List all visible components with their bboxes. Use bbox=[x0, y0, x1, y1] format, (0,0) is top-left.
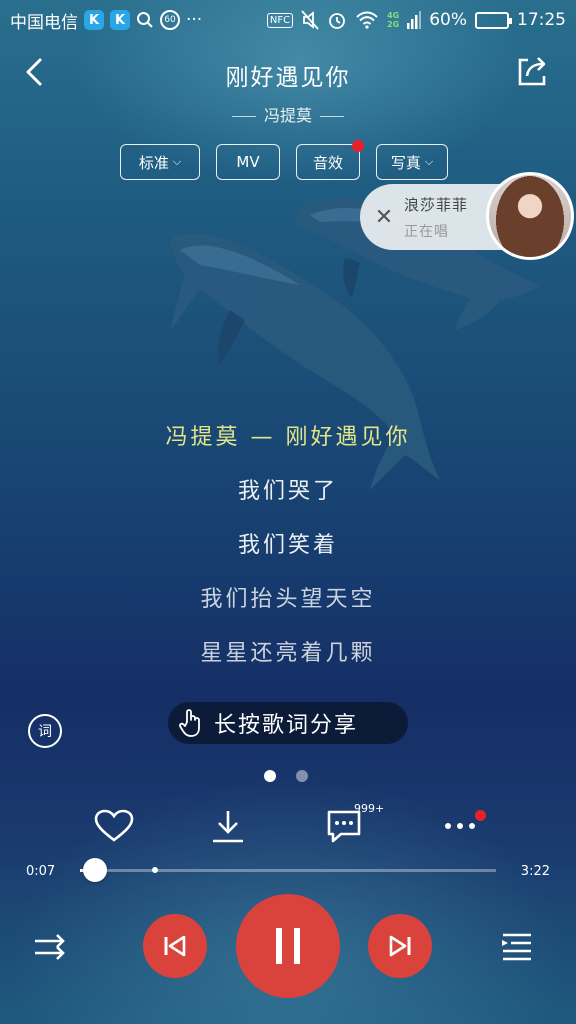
quality-select[interactable]: 标准 ⌵ bbox=[120, 144, 200, 180]
k-app-icon: K bbox=[84, 10, 104, 30]
progress-bar[interactable] bbox=[80, 867, 496, 873]
page-dot[interactable] bbox=[296, 770, 308, 782]
notification-dot bbox=[475, 810, 486, 821]
notification-dot bbox=[352, 140, 364, 152]
lyric-line[interactable]: 我们哭了 bbox=[0, 474, 576, 528]
mv-label: MV bbox=[236, 153, 260, 171]
more-notifications-icon: ··· bbox=[186, 10, 203, 30]
playback-options: 标准 ⌵ MV 音效 写真 ⌵ bbox=[120, 140, 448, 180]
lyric-button-label: 词 bbox=[38, 724, 52, 740]
speed-badge-icon: 60 bbox=[160, 10, 180, 30]
photo-label: 写真 bbox=[390, 153, 421, 172]
buffer-marker bbox=[151, 867, 158, 873]
download-button[interactable] bbox=[206, 804, 250, 848]
share-icon[interactable] bbox=[516, 54, 550, 88]
live-status: 正在唱 bbox=[404, 223, 449, 240]
like-button[interactable] bbox=[92, 804, 136, 848]
lyric-line[interactable]: 星星还亮着几颗 bbox=[0, 636, 576, 690]
lyric-search-button[interactable]: 词 bbox=[28, 714, 62, 748]
battery-icon bbox=[475, 11, 512, 29]
playlist-button[interactable] bbox=[496, 928, 536, 964]
mute-icon bbox=[301, 10, 319, 30]
more-dots-icon bbox=[445, 823, 475, 829]
battery-percent: 60% bbox=[429, 10, 467, 30]
current-time: 0:07 bbox=[26, 864, 56, 879]
progress-knob[interactable] bbox=[82, 858, 107, 882]
next-button[interactable] bbox=[368, 914, 432, 978]
status-bar: 中国电信 K K 60 ··· NFC 4G 2G 60% 17:25 bbox=[0, 0, 576, 40]
sound-effects-button[interactable]: 音效 bbox=[296, 140, 364, 180]
artist-dash-right bbox=[320, 116, 344, 117]
lyric-line[interactable]: 我们笑着 bbox=[0, 528, 576, 582]
skip-previous-icon bbox=[164, 935, 186, 957]
photo-select[interactable]: 写真 ⌵ bbox=[376, 144, 448, 180]
chevron-down-icon: ⌵ bbox=[172, 155, 182, 168]
avatar[interactable] bbox=[486, 172, 574, 260]
network-4g-label: 4G bbox=[387, 11, 400, 20]
pause-icon bbox=[276, 928, 300, 964]
wifi-icon bbox=[356, 11, 378, 29]
network-type-indicator: 4G 2G bbox=[387, 11, 399, 29]
heart-icon bbox=[94, 809, 134, 842]
k-app-icon-2: K bbox=[110, 10, 130, 30]
pause-button[interactable] bbox=[236, 894, 340, 998]
search-icon bbox=[137, 12, 153, 28]
comment-count: 999+ bbox=[354, 802, 385, 815]
song-title: 刚好遇见你 bbox=[225, 65, 351, 91]
hand-tap-icon bbox=[179, 709, 200, 737]
page-dot-active bbox=[264, 770, 276, 782]
lyric-line-current[interactable]: 冯提莫 — 刚好遇见你 bbox=[0, 420, 576, 474]
clock: 17:25 bbox=[517, 10, 566, 30]
play-mode-button[interactable] bbox=[28, 928, 72, 964]
live-info: 浪莎菲菲 正在唱 bbox=[404, 194, 468, 241]
nfc-icon: NFC bbox=[266, 12, 294, 28]
artist-dash-left bbox=[231, 116, 256, 117]
action-row: 999+ bbox=[0, 802, 576, 848]
lyric-share-hint: 长按歌词分享 bbox=[168, 702, 408, 744]
lyric-line[interactable]: 我们抬头望天空 bbox=[0, 582, 576, 636]
playback-controls bbox=[0, 894, 576, 998]
quality-label: 标准 bbox=[138, 153, 169, 172]
signal-icon bbox=[407, 11, 422, 29]
live-singer-name: 浪莎菲菲 bbox=[404, 195, 469, 214]
chevron-down-icon: ⌵ bbox=[424, 155, 434, 168]
shuffle-icon bbox=[35, 934, 65, 960]
page-indicator bbox=[264, 770, 308, 782]
download-icon bbox=[213, 811, 243, 843]
skip-next-icon bbox=[389, 935, 411, 957]
artist-name: 冯提莫 bbox=[263, 106, 312, 125]
sound-effects-label: 音效 bbox=[312, 153, 343, 172]
share-hint-text: 长按歌词分享 bbox=[214, 713, 359, 738]
more-button[interactable] bbox=[440, 804, 486, 848]
previous-button[interactable] bbox=[143, 914, 207, 978]
lyrics-panel[interactable]: 冯提莫 — 刚好遇见你 我们哭了 我们笑着 我们抬头望天空 星星还亮着几颗 bbox=[0, 420, 576, 690]
artist-name-line: 冯提莫 bbox=[0, 102, 576, 126]
network-2g-label: 2G bbox=[387, 20, 400, 29]
playlist-icon bbox=[502, 933, 531, 961]
carrier-name: 中国电信 bbox=[10, 12, 78, 33]
alarm-icon bbox=[329, 13, 345, 29]
close-icon[interactable]: ✕ bbox=[364, 205, 404, 230]
mv-button[interactable]: MV bbox=[216, 144, 280, 180]
total-time: 3:22 bbox=[520, 864, 550, 879]
